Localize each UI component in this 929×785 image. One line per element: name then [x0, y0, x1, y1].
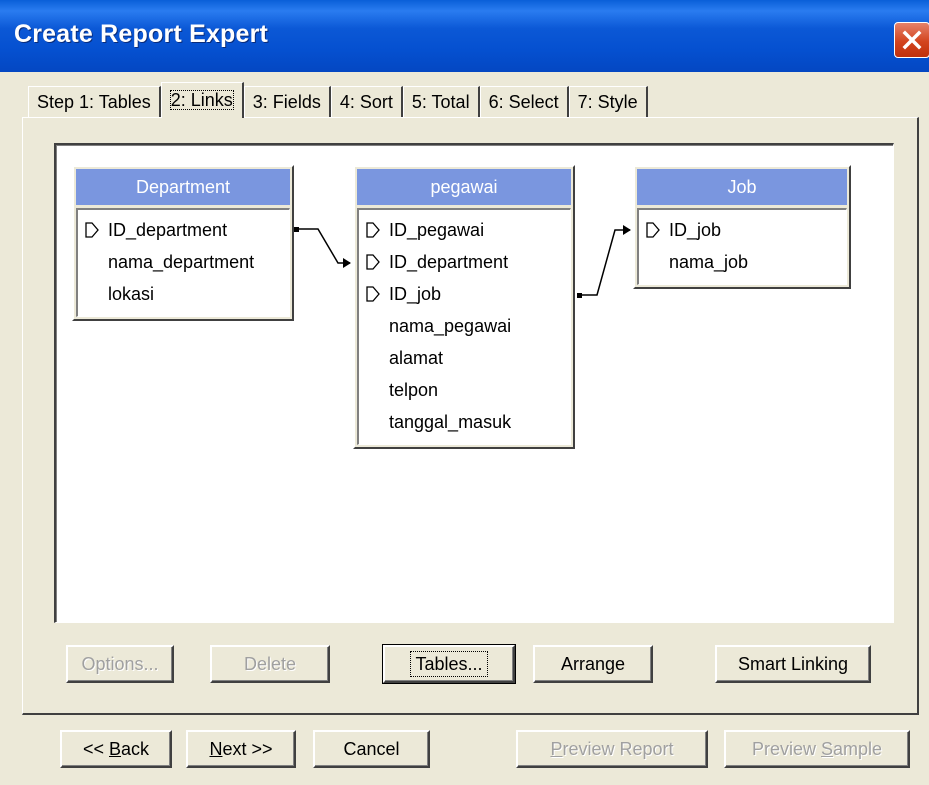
next-button[interactable]: Next >>	[186, 730, 296, 768]
link-pegawai-job[interactable]	[577, 225, 631, 298]
button-label: Smart Linking	[737, 654, 849, 674]
tab-label: 2: Links	[169, 90, 234, 110]
button-label: ample	[833, 739, 883, 759]
accelerator-key: N	[209, 739, 223, 759]
button-label: review Report	[562, 739, 674, 759]
cancel-button[interactable]: Cancel	[313, 730, 430, 768]
delete-button[interactable]: Delete	[210, 645, 330, 683]
smart-linking-button[interactable]: Smart Linking	[715, 645, 871, 683]
back-button[interactable]: << Back	[60, 730, 172, 768]
preview-sample-button[interactable]: Preview Sample	[724, 730, 910, 768]
preview-report-button[interactable]: Preview Report	[516, 730, 708, 768]
accelerator-key: S	[820, 739, 833, 759]
button-label: Delete	[243, 654, 297, 674]
arrow-icon	[623, 225, 631, 235]
arrange-button[interactable]: Arrange	[533, 645, 653, 683]
tab-links[interactable]: 2: Links	[160, 82, 244, 118]
tables-button[interactable]: Tables...	[382, 644, 516, 684]
button-label: Options...	[81, 654, 159, 674]
button-label: ack	[121, 739, 150, 759]
options-button[interactable]: Options...	[66, 645, 174, 683]
button-label: Tables...	[410, 651, 488, 677]
button-label: Arrange	[560, 654, 626, 674]
button-label: Cancel	[343, 739, 400, 759]
button-label: ext >>	[222, 739, 273, 759]
link-department-pegawai[interactable]	[294, 227, 351, 268]
button-label: <<	[82, 739, 109, 759]
button-label: Preview	[751, 739, 821, 759]
accelerator-key: B	[109, 739, 122, 759]
accelerator-key: P	[550, 739, 563, 759]
arrow-icon	[343, 258, 351, 268]
